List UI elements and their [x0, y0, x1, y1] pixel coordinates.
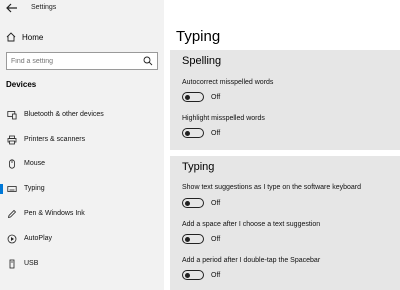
mouse-icon	[9, 159, 15, 169]
add-space-toggle[interactable]	[182, 234, 204, 244]
app-title: Settings	[31, 4, 57, 11]
search-input[interactable]	[11, 55, 139, 67]
autocorrect-label: Autocorrect misspelled words	[182, 79, 274, 86]
sidebar-item-autoplay[interactable]: AutoPlay	[0, 231, 164, 247]
sidebar-item-usb[interactable]: USB	[0, 256, 164, 272]
autocorrect-toggle[interactable]	[182, 92, 204, 102]
printer-icon	[7, 135, 17, 145]
active-indicator	[0, 184, 3, 194]
toggle-knob	[185, 94, 190, 100]
sidebar-item-home[interactable]: Home	[6, 31, 43, 43]
sidebar-item-label: Mouse	[24, 160, 46, 167]
usb-icon	[9, 259, 15, 269]
back-arrow-icon[interactable]	[6, 3, 18, 13]
add-space-label: Add a space after I choose a text sugges…	[182, 221, 321, 228]
sidebar-item-label: Typing	[24, 185, 45, 192]
home-icon	[6, 32, 16, 42]
text-suggestions-toggle[interactable]	[182, 198, 204, 208]
sidebar-item-label: USB	[24, 260, 39, 267]
text-suggestions-state: Off	[211, 200, 221, 207]
sidebar-item-bluetooth[interactable]: Bluetooth & other devices	[0, 107, 164, 123]
spelling-panel: Spelling Autocorrect misspelled words Of…	[170, 50, 400, 150]
sidebar-item-pen[interactable]: Pen & Windows Ink	[0, 206, 164, 222]
autoplay-icon	[7, 234, 17, 244]
sidebar-item-typing[interactable]: Typing	[0, 181, 164, 197]
highlight-state: Off	[211, 130, 221, 137]
sidebar-item-printers[interactable]: Printers & scanners	[0, 132, 164, 148]
sidebar-item-label: AutoPlay	[24, 235, 53, 242]
text-suggestions-label: Show text suggestions as I type on the s…	[182, 184, 361, 191]
toggle-knob	[185, 200, 190, 206]
search-box[interactable]	[6, 52, 158, 70]
highlight-toggle[interactable]	[182, 128, 204, 138]
typing-section-title: Typing	[182, 161, 215, 173]
home-label: Home	[22, 32, 44, 42]
highlight-label: Highlight misspelled words	[182, 115, 265, 122]
add-period-label: Add a period after I double-tap the Spac…	[182, 257, 321, 264]
toggle-knob	[185, 236, 190, 242]
title-bar: Settings	[0, 0, 164, 18]
search-icon[interactable]	[143, 56, 153, 66]
typing-panel: Typing Show text suggestions as I type o…	[170, 156, 400, 290]
sidebar-item-label: Bluetooth & other devices	[24, 111, 104, 118]
keyboard-icon	[7, 186, 17, 192]
spelling-section-title: Spelling	[182, 55, 222, 67]
add-space-state: Off	[211, 236, 221, 243]
bluetooth-devices-icon	[7, 111, 17, 120]
sidebar-item-label: Pen & Windows Ink	[24, 210, 85, 217]
add-period-toggle[interactable]	[182, 270, 204, 280]
page-title: Typing	[176, 28, 221, 45]
toggle-knob	[185, 272, 190, 278]
sidebar-item-label: Printers & scanners	[24, 136, 86, 143]
autocorrect-state: Off	[211, 94, 221, 101]
toggle-knob	[185, 130, 190, 136]
sidebar-item-mouse[interactable]: Mouse	[0, 156, 164, 172]
main-content: Typing Spelling Autocorrect misspelled w…	[164, 0, 400, 290]
section-header-devices: Devices	[6, 80, 37, 89]
add-period-state: Off	[211, 272, 221, 279]
pen-icon	[7, 209, 17, 219]
sidebar: Settings Home Devices Bluetooth & other …	[0, 0, 164, 290]
